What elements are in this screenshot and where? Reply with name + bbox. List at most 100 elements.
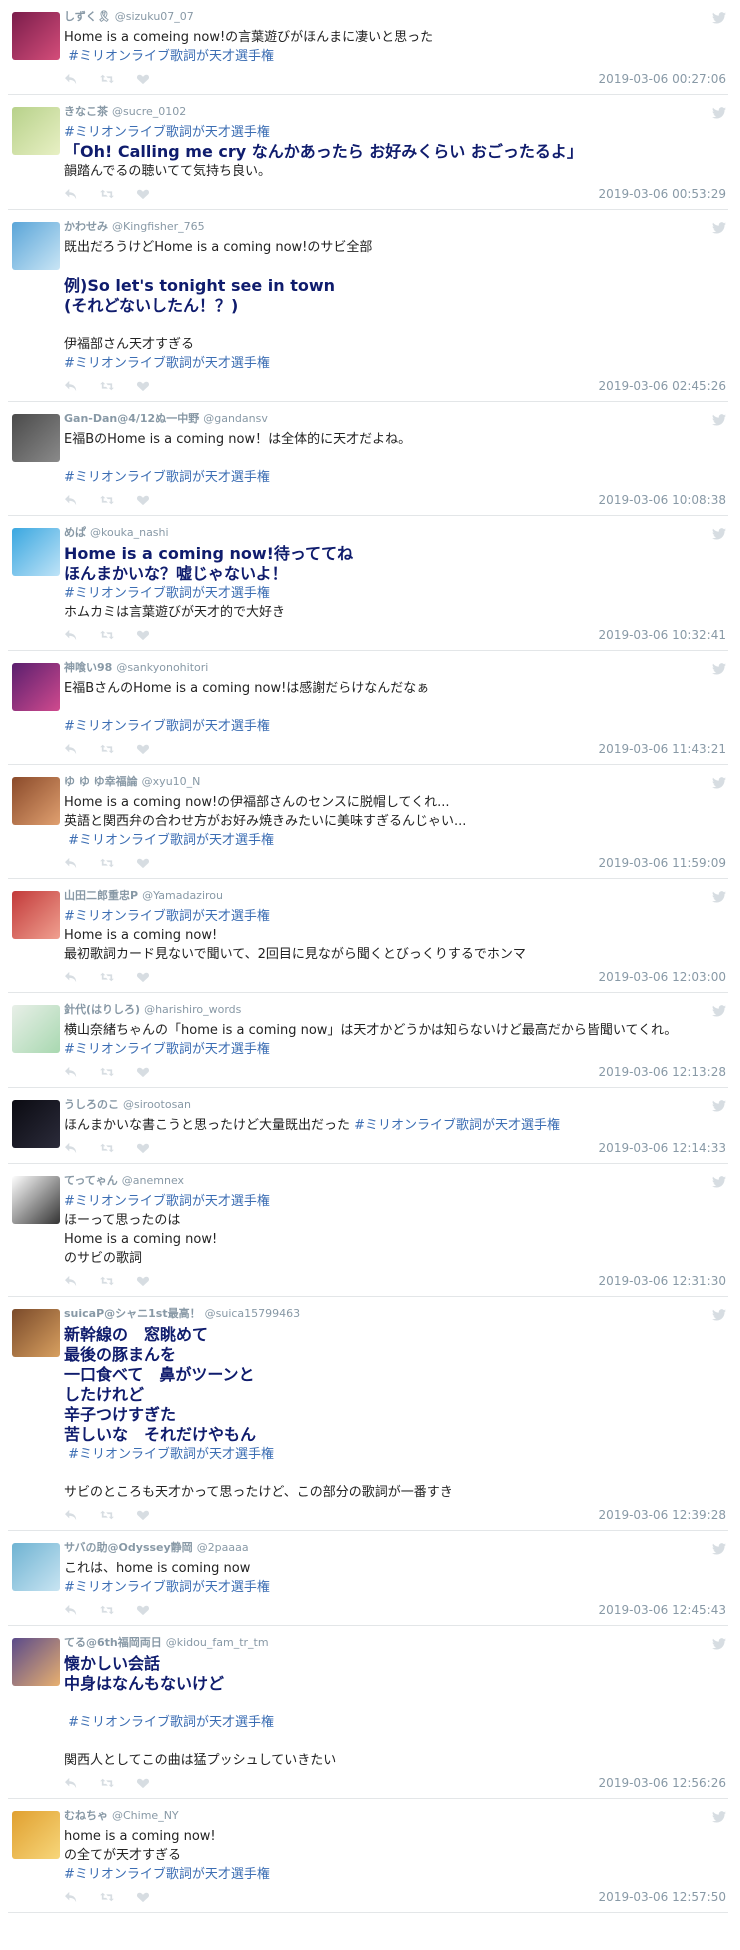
- tweet-timestamp[interactable]: 2019-03-06 12:31:30: [599, 1274, 726, 1288]
- hashtag-link[interactable]: #ミリオンライブ歌詞が天才選手権: [64, 907, 728, 926]
- avatar[interactable]: [12, 1176, 60, 1224]
- user-handle[interactable]: @Kingfisher_765: [112, 220, 205, 233]
- like-icon[interactable]: [136, 971, 150, 983]
- like-icon[interactable]: [136, 743, 150, 755]
- retweet-icon[interactable]: [100, 971, 114, 983]
- hashtag-link[interactable]: #ミリオンライブ歌詞が天才選手権: [64, 717, 728, 736]
- user-handle[interactable]: @sankyonohitori: [116, 661, 208, 674]
- like-icon[interactable]: [136, 380, 150, 392]
- avatar[interactable]: [12, 777, 60, 825]
- retweet-icon[interactable]: [100, 1509, 114, 1521]
- reply-icon[interactable]: [64, 73, 78, 85]
- retweet-icon[interactable]: [100, 1891, 114, 1903]
- twitter-bird-icon[interactable]: [712, 1543, 726, 1555]
- user-name[interactable]: てってゃん: [64, 1174, 118, 1187]
- hashtag-link[interactable]: #ミリオンライブ歌詞が天才選手権: [64, 1865, 728, 1884]
- user-name[interactable]: めぱ: [64, 526, 86, 539]
- hashtag-link[interactable]: #ミリオンライブ歌詞が天才選手権: [64, 1040, 728, 1059]
- like-icon[interactable]: [136, 1891, 150, 1903]
- user-name[interactable]: かわせみ: [64, 220, 108, 233]
- tweet-timestamp[interactable]: 2019-03-06 11:43:21: [599, 742, 726, 756]
- tweet-timestamp[interactable]: 2019-03-06 02:45:26: [599, 379, 726, 393]
- tweet-timestamp[interactable]: 2019-03-06 12:13:28: [599, 1065, 726, 1079]
- retweet-icon[interactable]: [100, 1777, 114, 1789]
- avatar[interactable]: [12, 528, 60, 576]
- retweet-icon[interactable]: [100, 380, 114, 392]
- avatar[interactable]: [12, 414, 60, 462]
- user-handle[interactable]: @sucre_0102: [112, 105, 186, 118]
- twitter-bird-icon[interactable]: [712, 891, 726, 903]
- twitter-bird-icon[interactable]: [712, 528, 726, 540]
- hashtag-link[interactable]: #ミリオンライブ歌詞が天才選手権: [64, 468, 728, 487]
- twitter-bird-icon[interactable]: [712, 663, 726, 675]
- twitter-bird-icon[interactable]: [712, 222, 726, 234]
- user-handle[interactable]: @Yamadazirou: [142, 889, 223, 902]
- hashtag-link[interactable]: #ミリオンライブ歌詞が天才選手権: [354, 1118, 560, 1133]
- like-icon[interactable]: [136, 188, 150, 200]
- reply-icon[interactable]: [64, 1891, 78, 1903]
- tweet-timestamp[interactable]: 2019-03-06 12:39:28: [599, 1508, 726, 1522]
- retweet-icon[interactable]: [100, 1604, 114, 1616]
- twitter-bird-icon[interactable]: [712, 107, 726, 119]
- user-name[interactable]: suicaP@シャニ1st最高！: [64, 1307, 201, 1320]
- retweet-icon[interactable]: [100, 1275, 114, 1287]
- tweet-timestamp[interactable]: 2019-03-06 00:27:06: [599, 72, 726, 86]
- user-handle[interactable]: @anemnex: [122, 1174, 184, 1187]
- twitter-bird-icon[interactable]: [712, 777, 726, 789]
- user-name[interactable]: うしろのこ: [64, 1098, 119, 1111]
- avatar[interactable]: [12, 12, 60, 60]
- user-handle[interactable]: @kidou_fam_tr_tm: [166, 1636, 269, 1649]
- like-icon[interactable]: [136, 857, 150, 869]
- twitter-bird-icon[interactable]: [712, 12, 726, 24]
- avatar[interactable]: [12, 1309, 60, 1357]
- user-name[interactable]: サバの助@Odyssey静岡: [64, 1541, 193, 1554]
- like-icon[interactable]: [136, 629, 150, 641]
- tweet-timestamp[interactable]: 2019-03-06 00:53:29: [599, 187, 726, 201]
- avatar[interactable]: [12, 1638, 60, 1686]
- retweet-icon[interactable]: [100, 188, 114, 200]
- reply-icon[interactable]: [64, 494, 78, 506]
- user-handle[interactable]: @gandansv: [203, 412, 268, 425]
- user-handle[interactable]: @Chime_NY: [112, 1809, 179, 1822]
- hashtag-link[interactable]: #ミリオンライブ歌詞が天才選手権: [64, 47, 728, 66]
- reply-icon[interactable]: [64, 1604, 78, 1616]
- tweet-timestamp[interactable]: 2019-03-06 12:45:43: [599, 1603, 726, 1617]
- user-handle[interactable]: @harishiro_words: [144, 1003, 241, 1016]
- tweet-timestamp[interactable]: 2019-03-06 12:03:00: [599, 970, 726, 984]
- retweet-icon[interactable]: [100, 73, 114, 85]
- user-handle[interactable]: @kouka_nashi: [90, 526, 169, 539]
- reply-icon[interactable]: [64, 1275, 78, 1287]
- like-icon[interactable]: [136, 1275, 150, 1287]
- user-handle[interactable]: @sirootosan: [123, 1098, 191, 1111]
- reply-icon[interactable]: [64, 629, 78, 641]
- twitter-bird-icon[interactable]: [712, 1100, 726, 1112]
- user-name[interactable]: 神喰い98: [64, 661, 112, 674]
- twitter-bird-icon[interactable]: [712, 1176, 726, 1188]
- like-icon[interactable]: [136, 1604, 150, 1616]
- hashtag-link[interactable]: #ミリオンライブ歌詞が天才選手権: [64, 123, 728, 142]
- like-icon[interactable]: [136, 1777, 150, 1789]
- hashtag-link[interactable]: #ミリオンライブ歌詞が天才選手権: [64, 584, 728, 603]
- hashtag-link[interactable]: #ミリオンライブ歌詞が天才選手権: [64, 354, 728, 373]
- reply-icon[interactable]: [64, 1777, 78, 1789]
- retweet-icon[interactable]: [100, 743, 114, 755]
- tweet-timestamp[interactable]: 2019-03-06 11:59:09: [599, 856, 726, 870]
- user-name[interactable]: むねちゃ: [64, 1809, 108, 1822]
- user-name[interactable]: しずく🎗: [64, 10, 111, 23]
- tweet-timestamp[interactable]: 2019-03-06 12:56:26: [599, 1776, 726, 1790]
- like-icon[interactable]: [136, 494, 150, 506]
- reply-icon[interactable]: [64, 857, 78, 869]
- user-handle[interactable]: @2paaaa: [197, 1541, 249, 1554]
- twitter-bird-icon[interactable]: [712, 414, 726, 426]
- tweet-timestamp[interactable]: 2019-03-06 10:08:38: [599, 493, 726, 507]
- user-name[interactable]: てる@6th福岡両日: [64, 1636, 162, 1649]
- like-icon[interactable]: [136, 1142, 150, 1154]
- avatar[interactable]: [12, 1005, 60, 1053]
- reply-icon[interactable]: [64, 1142, 78, 1154]
- hashtag-link[interactable]: #ミリオンライブ歌詞が天才選手権: [64, 831, 728, 850]
- reply-icon[interactable]: [64, 188, 78, 200]
- user-handle[interactable]: @xyu10_N: [142, 775, 201, 788]
- avatar[interactable]: [12, 891, 60, 939]
- avatar[interactable]: [12, 107, 60, 155]
- tweet-timestamp[interactable]: 2019-03-06 10:32:41: [599, 628, 726, 642]
